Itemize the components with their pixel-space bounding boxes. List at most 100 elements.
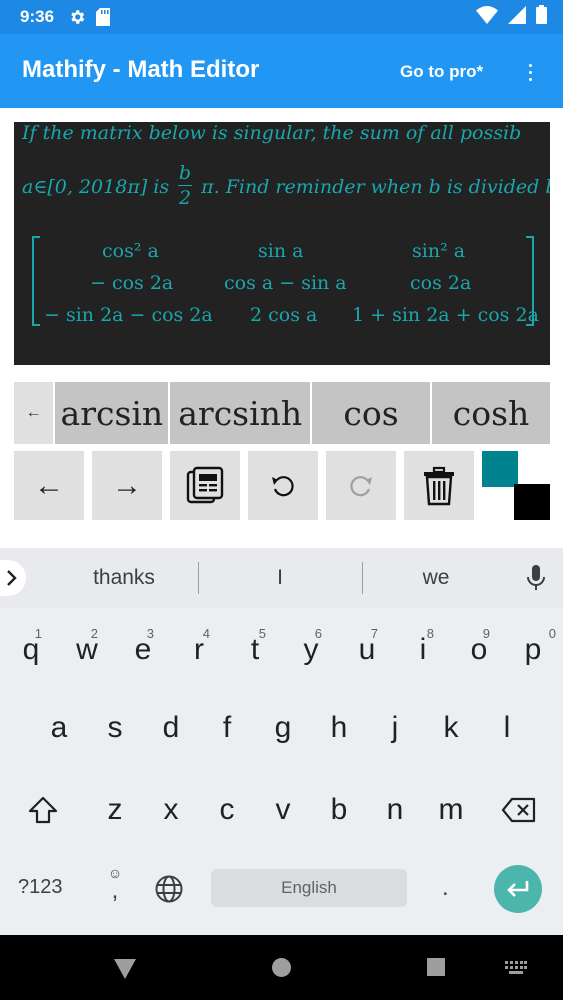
matrix-cell: cos² a [102,240,159,262]
app-title: Mathify - Math Editor [22,56,260,83]
key-hint: 1 [34,626,42,641]
function-row: ← arcsin arcsinh cos cosh [14,382,550,444]
key-g[interactable]: g [258,698,308,758]
math-fraction: b 2 [178,162,192,209]
key-x[interactable]: x [146,780,196,840]
matrix-cell: 1 + sin 2a + cos 2a [352,304,539,326]
math-text-line1: If the matrix below is singular, the sum… [22,122,522,144]
key-hint: 5 [258,626,266,641]
function-cos-button[interactable]: cos [312,382,431,444]
redo-icon [350,475,372,496]
math-preview[interactable]: If the matrix below is singular, the sum… [14,122,550,365]
key-b[interactable]: b [314,780,364,840]
keyboard: thanks I we q1 w2 e3 r4 t5 y6 u7 i8 o9 p… [0,548,563,935]
function-arcsin-button[interactable]: arcsin [55,382,169,444]
home-circle-icon[interactable] [272,958,291,977]
expand-toolbar-button[interactable] [0,560,26,596]
key-hint: 3 [146,626,154,641]
matrix-cell: 2 cos a [250,304,318,326]
enter-key[interactable] [494,865,542,913]
suggestion-2[interactable]: I [220,566,340,590]
key-r[interactable]: r4 [174,620,224,680]
recents-square-icon[interactable] [427,958,445,976]
matrix-left-bracket [32,236,40,326]
color-swatch-black[interactable] [514,484,550,520]
key-l[interactable]: l [482,698,532,758]
color-swatch-teal[interactable] [482,451,518,487]
cursor-right-button[interactable]: → [92,451,162,520]
status-right [476,0,547,34]
undo-button[interactable] [248,451,318,520]
redo-button[interactable] [326,451,396,520]
backspace-key[interactable] [494,780,544,840]
chevron-right-icon [7,570,17,586]
space-key[interactable]: English [211,869,407,907]
tool-row: ← → [14,451,550,521]
navigation-bar [0,935,563,1000]
right-arrow-icon: → [112,468,142,502]
key-hint: 2 [90,626,98,641]
key-hint: 8 [426,626,434,641]
status-time: 9:36 [20,7,55,26]
key-k[interactable]: k [426,698,476,758]
key-t[interactable]: t5 [230,620,280,680]
math-text-line2: a∈[0, 2018π] is π. Find reminder when b … [22,176,550,198]
matrix-cell: − cos 2a [90,272,174,294]
key-f[interactable]: f [202,698,252,758]
shift-icon [28,796,58,824]
math-matrix: cos² a sin a sin² a − cos 2a cos a − sin… [28,230,539,330]
globe-icon[interactable] [154,874,184,909]
cursor-left-button[interactable]: ← [14,451,84,520]
key-u[interactable]: u7 [342,620,392,680]
matrix-cell: sin² a [412,240,466,262]
go-pro-button[interactable]: Go to pro* [400,62,483,82]
suggestion-divider [362,562,363,594]
key-c[interactable]: c [202,780,252,840]
key-q[interactable]: q1 [6,620,56,680]
backspace-icon [501,797,536,823]
key-i[interactable]: i8 [398,620,448,680]
key-n[interactable]: n [370,780,420,840]
keyboard-switch-icon[interactable] [505,961,527,975]
key-w[interactable]: w2 [62,620,112,680]
suggestion-1[interactable]: thanks [64,566,184,590]
key-hint: 9 [482,626,490,641]
app-bar: Mathify - Math Editor Go to pro* [0,34,563,108]
key-y[interactable]: y6 [286,620,336,680]
key-p[interactable]: p0 [508,620,558,680]
key-h[interactable]: h [314,698,364,758]
key-j[interactable]: j [370,698,420,758]
comma-label: , [111,877,119,904]
key-hint: 6 [314,626,322,641]
wifi-icon [476,5,498,29]
clipboard-button[interactable] [170,451,240,520]
math-line2-suffix: π. Find reminder when b is divided b [201,176,550,198]
key-v[interactable]: v [258,780,308,840]
back-triangle-icon[interactable] [114,959,136,979]
key-hint: 7 [370,626,378,641]
matrix-cell: cos 2a [410,272,472,294]
function-arcsinh-button[interactable]: arcsinh [170,382,311,444]
function-back-button[interactable]: ← [14,382,54,444]
more-vert-icon[interactable] [520,58,540,86]
clipboard-icon [186,466,224,503]
key-o[interactable]: o9 [454,620,504,680]
period-key[interactable]: . [442,874,449,902]
key-a[interactable]: a [34,698,84,758]
function-cosh-button[interactable]: cosh [432,382,550,444]
key-d[interactable]: d [146,698,196,758]
key-z[interactable]: z [90,780,140,840]
screen: 9:36 Mathify - Math Editor Go to pro* If… [0,0,563,1000]
key-label: p [524,633,542,666]
delete-button[interactable] [404,451,474,520]
emoji-comma-key[interactable]: ☺ , [104,866,126,904]
mic-icon[interactable] [526,564,546,597]
shift-key[interactable] [18,780,68,840]
key-m[interactable]: m [426,780,476,840]
suggestion-3[interactable]: we [376,566,496,590]
fraction-numerator: b [178,162,192,184]
key-s[interactable]: s [90,698,140,758]
suggestion-bar: thanks I we [0,548,563,608]
symbols-key[interactable]: ?123 [18,876,63,899]
key-e[interactable]: e3 [118,620,168,680]
